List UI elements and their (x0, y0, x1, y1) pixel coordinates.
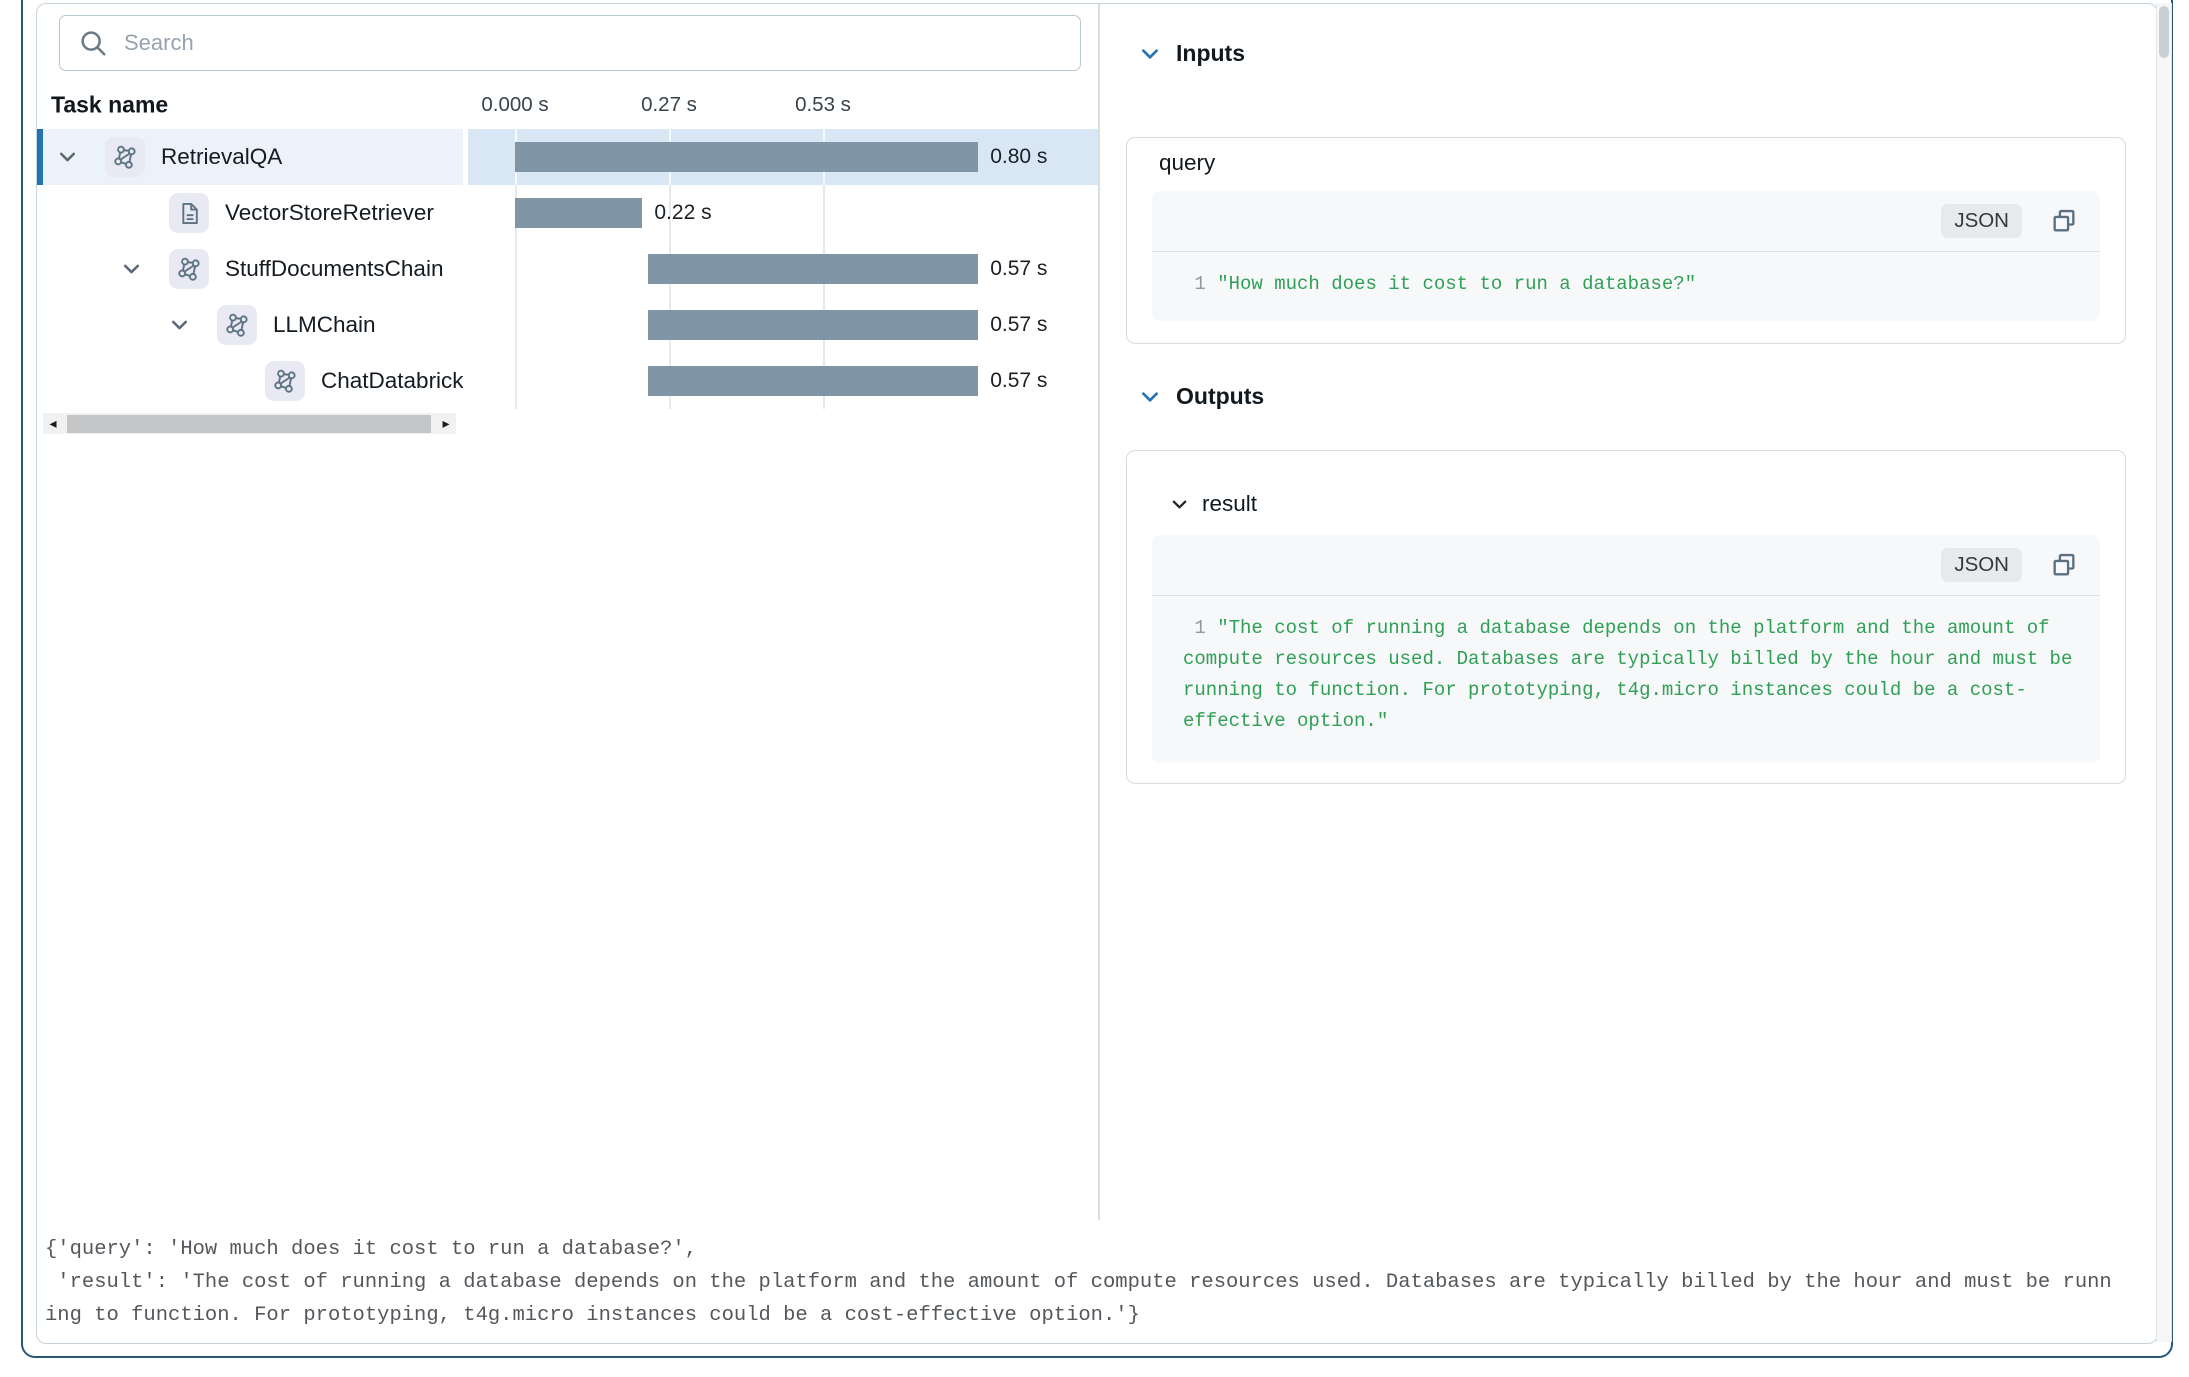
inputs-section-header[interactable]: Inputs (1139, 40, 1245, 67)
duration-label: 0.22 s (654, 201, 711, 225)
line-number: 1 (1183, 617, 1217, 639)
copy-icon[interactable] (2050, 551, 2078, 579)
vertical-scrollbar[interactable] (2156, 3, 2172, 1342)
duration-bar[interactable] (648, 254, 978, 284)
result-field-header[interactable]: result (1170, 491, 1257, 517)
chain-icon (105, 137, 145, 177)
task-name-cell[interactable]: ChatDatabricks (37, 353, 463, 409)
duration-label: 0.57 s (990, 369, 1047, 393)
search-input[interactable] (122, 29, 1080, 57)
chevron-down-icon[interactable] (1139, 386, 1161, 408)
vertical-scrollbar-thumb[interactable] (2159, 6, 2169, 58)
duration-label: 0.80 s (990, 145, 1047, 169)
result-code-text: "The cost of running a database depends … (1183, 617, 2072, 732)
task-name-column-header: Task name (51, 91, 168, 118)
gridline (823, 185, 825, 241)
result-field-label: result (1202, 491, 1257, 517)
timeline-cell: 0.80 s (463, 129, 1098, 185)
task-row[interactable]: 0.57 s LLMChain (37, 297, 1098, 353)
chevron-down-icon[interactable] (57, 147, 78, 168)
horizontal-scrollbar-thumb[interactable] (67, 415, 431, 433)
duration-label: 0.57 s (990, 257, 1047, 281)
chevron-down-icon[interactable] (121, 259, 142, 280)
line-number: 1 (1183, 273, 1217, 295)
task-row[interactable]: 0.57 s ChatDatabricks (37, 353, 1098, 409)
axis-tick-1: 0.27 s (641, 93, 697, 117)
chain-icon (169, 249, 209, 289)
copy-icon[interactable] (2050, 207, 2078, 235)
gridline (515, 297, 517, 353)
timeline-cell: 0.22 s (463, 185, 1098, 241)
query-code-text: "How much does it cost to run a database… (1217, 273, 1696, 295)
query-field-label: query (1159, 150, 1215, 176)
duration-bar[interactable] (515, 142, 978, 172)
code-toolbar: JSON (1152, 535, 2100, 596)
selected-row-accent (37, 129, 43, 185)
panel-divider (1098, 4, 1100, 1220)
search-icon (78, 28, 108, 58)
task-row[interactable]: 0.57 s StuffDocumentsChain (37, 241, 1098, 297)
scroll-left-arrow-icon[interactable]: ◂ (43, 413, 63, 434)
json-format-badge[interactable]: JSON (1941, 548, 2022, 582)
duration-label: 0.57 s (990, 313, 1047, 337)
task-name-label: LLMChain (273, 312, 376, 338)
gridline (515, 241, 517, 297)
query-code-content: 1 "How much does it cost to run a databa… (1152, 252, 2100, 300)
timeline-cell: 0.57 s (463, 353, 1098, 409)
document-icon (169, 193, 209, 233)
scroll-right-arrow-icon[interactable]: ▸ (436, 413, 456, 434)
outputs-card: result JSON 1 "The cost of running a dat… (1126, 450, 2126, 784)
task-name-cell[interactable]: RetrievalQA (37, 129, 463, 185)
search-box[interactable] (59, 15, 1081, 71)
result-code-block: JSON 1 "The cost of running a database d… (1152, 535, 2100, 763)
result-code-content: 1 "The cost of running a database depend… (1152, 596, 2100, 737)
tree-header: Task name 0.000 s 0.27 s 0.53 s (37, 80, 1098, 130)
chain-icon (217, 305, 257, 345)
chevron-down-icon[interactable] (169, 315, 190, 336)
task-name-label: RetrievalQA (161, 144, 282, 170)
task-name-label: ChatDatabricks (321, 368, 463, 394)
task-name-cell[interactable]: LLMChain (37, 297, 463, 353)
duration-bar[interactable] (648, 310, 978, 340)
json-format-badge[interactable]: JSON (1941, 204, 2022, 238)
chevron-down-icon[interactable] (1170, 495, 1189, 514)
axis-tick-0: 0.000 s (481, 93, 548, 117)
trace-viewer-widget: Task name 0.000 s 0.27 s 0.53 s 0.80 s R… (36, 3, 2158, 1344)
inputs-section-label: Inputs (1176, 40, 1245, 67)
chain-icon (265, 361, 305, 401)
task-row[interactable]: 0.80 s RetrievalQA (37, 129, 1098, 185)
gridline (515, 353, 517, 409)
span-tree: 0.80 s RetrievalQA 0.22 s VectorStoreRet… (37, 129, 1098, 409)
outputs-section-label: Outputs (1176, 383, 1264, 410)
outputs-section-header[interactable]: Outputs (1139, 383, 1264, 410)
timeline-cell: 0.57 s (463, 241, 1098, 297)
task-name-label: VectorStoreRetriever (225, 200, 434, 226)
task-name-label: StuffDocumentsChain (225, 256, 443, 282)
duration-bar[interactable] (515, 198, 642, 228)
code-toolbar: JSON (1152, 191, 2100, 252)
task-name-cell[interactable]: StuffDocumentsChain (37, 241, 463, 297)
duration-bar[interactable] (648, 366, 978, 396)
task-name-cell[interactable]: VectorStoreRetriever (37, 185, 463, 241)
horizontal-scrollbar[interactable]: ◂ ▸ (43, 413, 456, 434)
task-row[interactable]: 0.22 s VectorStoreRetriever (37, 185, 1098, 241)
inputs-card: query JSON 1 "How much does it cost to r… (1126, 137, 2126, 344)
notebook-text-output: {'query': 'How much does it cost to run … (45, 1233, 2112, 1332)
chevron-down-icon[interactable] (1139, 43, 1161, 65)
query-code-block: JSON 1 "How much does it cost to run a d… (1152, 191, 2100, 321)
timeline-cell: 0.57 s (463, 297, 1098, 353)
axis-tick-2: 0.53 s (795, 93, 851, 117)
